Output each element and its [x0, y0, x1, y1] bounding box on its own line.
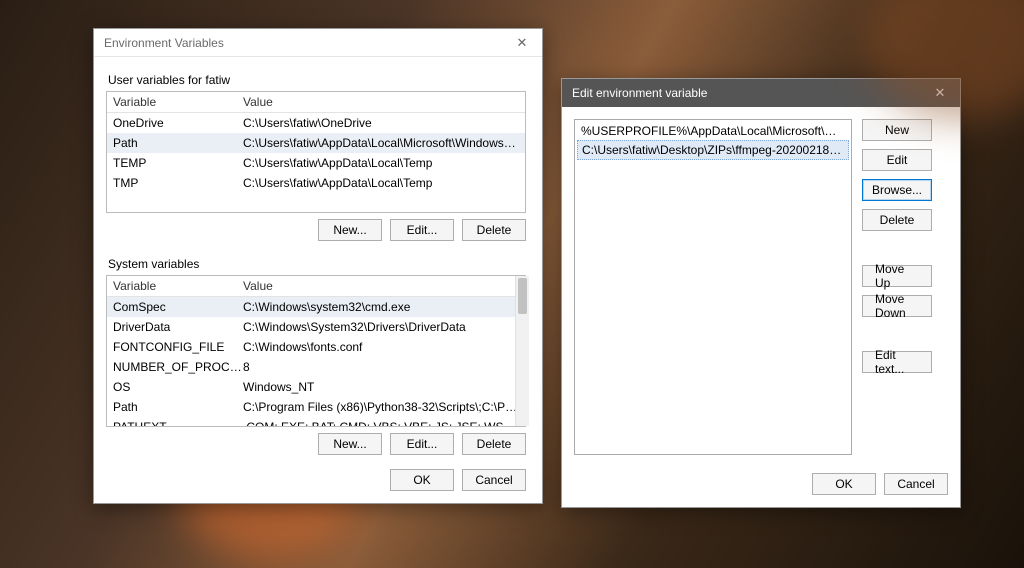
header-variable: Variable: [113, 278, 243, 294]
close-icon[interactable]: ✕: [508, 32, 536, 54]
entry-edit-button[interactable]: Edit: [862, 149, 932, 171]
env-window-title: Environment Variables: [104, 36, 508, 50]
user-vars-label: User variables for fatiw: [108, 73, 528, 87]
system-delete-button[interactable]: Delete: [462, 433, 526, 455]
env-titlebar: Environment Variables ✕: [94, 29, 542, 57]
edit-footer: OK Cancel: [562, 467, 960, 507]
system-var-row[interactable]: ComSpec C:\Windows\system32\cmd.exe: [107, 297, 525, 317]
user-var-row[interactable]: Path C:\Users\fatiw\AppData\Local\Micros…: [107, 133, 525, 153]
close-icon[interactable]: ✕: [926, 82, 954, 104]
edit-buttons-column: New Edit Browse... Delete Move Up Move D…: [862, 119, 932, 455]
header-variable: Variable: [113, 94, 243, 110]
entry-moveup-button[interactable]: Move Up: [862, 265, 932, 287]
header-value: Value: [243, 278, 519, 294]
system-var-row[interactable]: Path C:\Program Files (x86)\Python38-32\…: [107, 397, 525, 417]
env-cancel-button[interactable]: Cancel: [462, 469, 526, 491]
edit-window-title: Edit environment variable: [572, 86, 926, 100]
entry-new-button[interactable]: New: [862, 119, 932, 141]
entry-delete-button[interactable]: Delete: [862, 209, 932, 231]
env-body: User variables for fatiw Variable Value …: [94, 57, 542, 503]
path-entry-row[interactable]: %USERPROFILE%\AppData\Local\Microsoft\Wi…: [577, 122, 849, 140]
entry-edittext-button[interactable]: Edit text...: [862, 351, 932, 373]
env-ok-button[interactable]: OK: [390, 469, 454, 491]
system-edit-button[interactable]: Edit...: [390, 433, 454, 455]
header-value: Value: [243, 94, 519, 110]
system-var-row[interactable]: FONTCONFIG_FILE C:\Windows\fonts.conf: [107, 337, 525, 357]
user-var-row[interactable]: TMP C:\Users\fatiw\AppData\Local\Temp: [107, 173, 525, 193]
system-new-button[interactable]: New...: [318, 433, 382, 455]
user-var-row[interactable]: TEMP C:\Users\fatiw\AppData\Local\Temp: [107, 153, 525, 173]
system-vars-scrollbar[interactable]: [515, 276, 529, 426]
user-vars-header: Variable Value: [107, 92, 525, 113]
user-vars-list[interactable]: Variable Value OneDrive C:\Users\fatiw\O…: [106, 91, 526, 213]
system-var-row[interactable]: DriverData C:\Windows\System32\Drivers\D…: [107, 317, 525, 337]
path-entry-row[interactable]: C:\Users\fatiw\Desktop\ZIPs\ffmpeg-20200…: [577, 140, 849, 160]
entry-browse-button[interactable]: Browse...: [862, 179, 932, 201]
path-entries-list[interactable]: %USERPROFILE%\AppData\Local\Microsoft\Wi…: [574, 119, 852, 455]
environment-variables-window: Environment Variables ✕ User variables f…: [93, 28, 543, 504]
system-vars-header: Variable Value: [107, 276, 525, 297]
edit-body: %USERPROFILE%\AppData\Local\Microsoft\Wi…: [562, 107, 960, 467]
entry-movedown-button[interactable]: Move Down: [862, 295, 932, 317]
edit-env-variable-window: Edit environment variable ✕ %USERPROFILE…: [561, 78, 961, 508]
system-var-row[interactable]: NUMBER_OF_PROCESSORS 8: [107, 357, 525, 377]
system-var-row[interactable]: OS Windows_NT: [107, 377, 525, 397]
system-var-row[interactable]: PATHEXT .COM;.EXE;.BAT;.CMD;.VBS;.VBE;.J…: [107, 417, 525, 427]
user-delete-button[interactable]: Delete: [462, 219, 526, 241]
edit-cancel-button[interactable]: Cancel: [884, 473, 948, 495]
system-vars-list[interactable]: Variable Value ComSpec C:\Windows\system…: [106, 275, 526, 427]
edit-ok-button[interactable]: OK: [812, 473, 876, 495]
user-edit-button[interactable]: Edit...: [390, 219, 454, 241]
system-vars-label: System variables: [108, 257, 528, 271]
user-new-button[interactable]: New...: [318, 219, 382, 241]
edit-titlebar: Edit environment variable ✕: [562, 79, 960, 107]
user-var-row[interactable]: OneDrive C:\Users\fatiw\OneDrive: [107, 113, 525, 133]
